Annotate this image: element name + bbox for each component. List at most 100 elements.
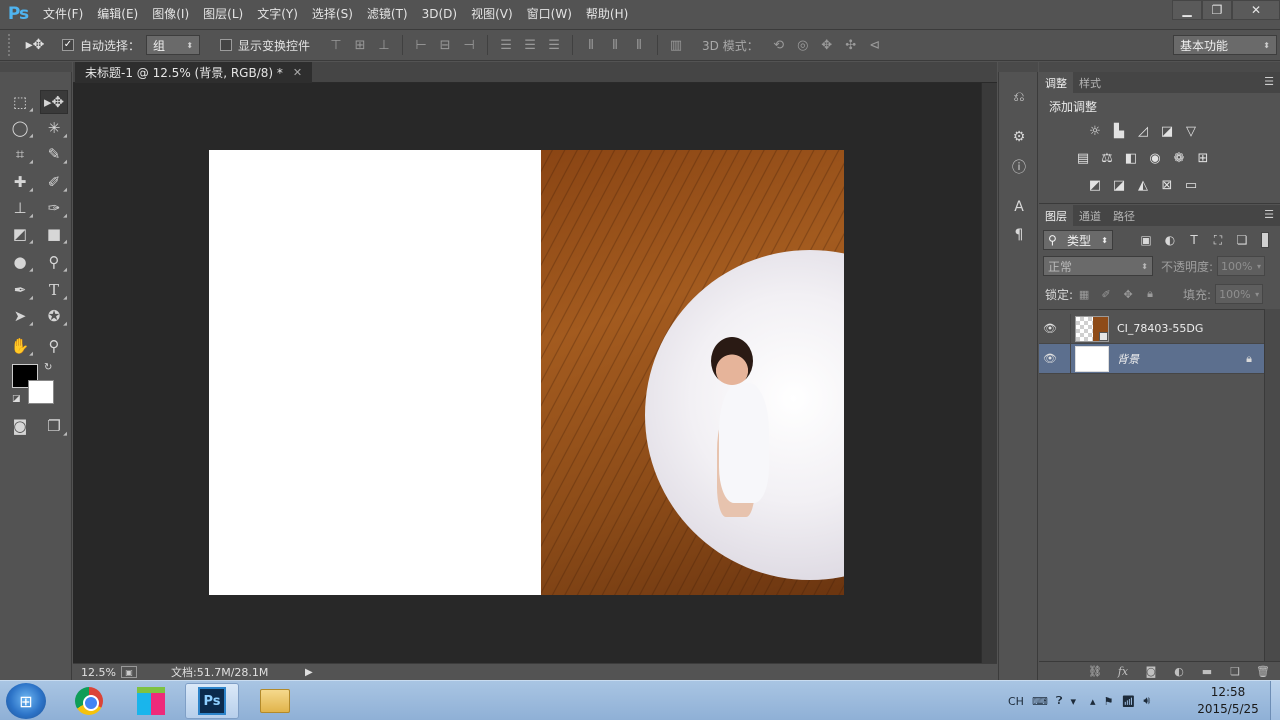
menu-select[interactable]: 选择(S) (305, 0, 360, 28)
auto-select-target-dropdown[interactable]: 组 ⬍ (146, 35, 201, 55)
distribute-left-icon[interactable]: ⫴ (579, 35, 603, 55)
eye-icon[interactable]: 👁︎ (1039, 352, 1061, 365)
taskbar-file-explorer[interactable] (248, 683, 302, 719)
auto-align-layers-icon[interactable]: ▥ (664, 35, 688, 55)
move-tool-preset-picker[interactable]: ▸✥ (16, 33, 54, 57)
eraser-tool[interactable]: ◩ ◢ (6, 222, 34, 246)
filter-pixel-icon[interactable]: ▣ (1135, 230, 1157, 250)
properties-panel-icon[interactable]: ⚙ (1007, 126, 1031, 148)
filter-toggle[interactable] (1261, 232, 1269, 248)
document-canvas[interactable] (209, 150, 844, 595)
gradient-tool[interactable]: ■ ◢ (40, 222, 68, 246)
auto-select-checkbox[interactable]: ✓ (62, 39, 74, 51)
threshold-icon[interactable]: ◭ (1133, 176, 1153, 194)
help-icon[interactable]: ❓︎ (1056, 694, 1063, 708)
lock-transparent-icon[interactable]: ▦ (1073, 284, 1095, 304)
taskbar-chrome[interactable] (62, 683, 116, 719)
menu-view[interactable]: 视图(V) (464, 0, 520, 28)
fx-icon[interactable]: fx (1114, 663, 1132, 679)
eyedropper-tool[interactable]: ✎ ◢ (40, 142, 68, 166)
3d-roll-icon[interactable]: ◎ (791, 35, 815, 55)
layer-thumbnail[interactable] (1075, 315, 1109, 342)
bride-photo-layer[interactable] (541, 150, 844, 595)
lock-position-icon[interactable]: ✥ (1117, 284, 1139, 304)
move-tool[interactable]: ▸✥ (40, 90, 68, 114)
close-button[interactable]: ✕ (1232, 0, 1280, 20)
status-menu-arrow-icon[interactable]: ▶ (305, 667, 313, 678)
show-hidden-icons-icon[interactable]: ▴ (1090, 695, 1096, 708)
right-panels-header[interactable] (1039, 62, 1280, 72)
panel-menu-icon[interactable]: ☰ (1264, 75, 1274, 88)
blend-mode-dropdown[interactable]: 正常 ⬍ (1043, 256, 1153, 276)
volume-icon[interactable]: 🔊︎ (1143, 694, 1150, 708)
brush-tool[interactable]: ✐ ◢ (40, 170, 68, 194)
rectangular-marquee-tool[interactable]: ⬚ ◢ (6, 90, 34, 114)
filter-adjustment-icon[interactable]: ◐ (1159, 230, 1181, 250)
canvas-area[interactable] (73, 83, 981, 663)
layer-thumbnail[interactable] (1075, 345, 1109, 372)
opacity-input[interactable]: 100% ▾ (1217, 256, 1266, 276)
lasso-tool[interactable]: ◯ ◢ (6, 116, 34, 140)
healing-brush-tool[interactable]: ✚ ◢ (6, 170, 34, 194)
hue-saturation-icon[interactable]: ▤ (1073, 149, 1093, 167)
magic-wand-tool[interactable]: ✳ ◢ (40, 116, 68, 140)
keyboard-icon[interactable]: ⌨ (1032, 695, 1048, 708)
close-tab-icon[interactable]: ✕ (293, 66, 302, 79)
taskbar-color-app[interactable] (124, 683, 178, 719)
hand-tool[interactable]: ✋ ◢ (6, 334, 34, 358)
fill-input[interactable]: 100% ▾ (1215, 284, 1264, 304)
color-balance-icon[interactable]: ⚖ (1097, 149, 1117, 167)
blur-tool[interactable]: ● ◢ (6, 250, 34, 274)
tab-paths[interactable]: 路径 (1107, 205, 1141, 226)
tab-layers[interactable]: 图层 (1039, 205, 1073, 226)
paragraph-panel-icon[interactable]: ¶ (1007, 224, 1031, 246)
menu-filter[interactable]: 滤镜(T) (360, 0, 415, 28)
character-panel-icon[interactable]: A (1007, 196, 1031, 218)
exposure-icon[interactable]: ◪ (1157, 122, 1177, 140)
layer-row[interactable]: 👁︎ 背景 🔒︎ (1039, 343, 1264, 374)
dodge-tool[interactable]: ⚲ ◢ (40, 250, 68, 274)
align-hcenter-icon[interactable]: ⊟ (433, 35, 457, 55)
distribute-right-icon[interactable]: ⫴ (627, 35, 651, 55)
invert-icon[interactable]: ◩ (1085, 176, 1105, 194)
zoom-tool[interactable]: ⚲ (40, 334, 68, 358)
tab-styles[interactable]: 样式 (1073, 72, 1107, 93)
3d-pan-icon[interactable]: ✥ (815, 35, 839, 55)
menu-help[interactable]: 帮助(H) (579, 0, 635, 28)
3d-scale-icon[interactable]: ⊲ (863, 35, 887, 55)
history-brush-tool[interactable]: ✑ ◢ (40, 196, 68, 220)
distribute-top-icon[interactable]: ☰ (494, 35, 518, 55)
clone-stamp-tool[interactable]: ⊥ ◢ (6, 196, 34, 220)
filter-smart-object-icon[interactable]: ❏ (1231, 230, 1253, 250)
swap-colors-icon[interactable]: ↻ (44, 362, 52, 373)
align-vcenter-icon[interactable]: ⊞ (348, 35, 372, 55)
layer-name[interactable]: CI_78403-55DG (1117, 322, 1203, 335)
eye-icon[interactable]: 👁︎ (1039, 322, 1061, 335)
quick-mask-button[interactable]: ◙ (6, 414, 34, 438)
menu-file[interactable]: 文件(F) (36, 0, 90, 28)
layers-scrollbar[interactable] (1264, 309, 1280, 661)
pen-tool[interactable]: ✒ ◢ (6, 278, 34, 302)
tab-channels[interactable]: 通道 (1073, 205, 1107, 226)
path-selection-tool[interactable]: ➤ ◢ (6, 304, 34, 328)
start-button[interactable]: ⊞ (6, 683, 46, 719)
layer-filter-dropdown[interactable]: ⚲ 类型 ⬍ (1043, 230, 1113, 250)
restore-button[interactable]: ❐ (1202, 0, 1232, 20)
channel-mixer-icon[interactable]: ❁ (1169, 149, 1189, 167)
distribute-bottom-icon[interactable]: ☰ (542, 35, 566, 55)
new-layer-icon[interactable]: ❏ (1226, 663, 1244, 679)
3d-rotate-icon[interactable]: ⟲ (767, 35, 791, 55)
lock-pixels-icon[interactable]: ✐ (1095, 284, 1117, 304)
lock-icon[interactable]: 🔒︎ (1246, 352, 1252, 366)
side-panel-header[interactable] (998, 62, 1038, 72)
black-white-icon[interactable]: ◧ (1121, 149, 1141, 167)
minimize-button[interactable]: ▁ (1172, 0, 1202, 20)
menu-image[interactable]: 图像(I) (145, 0, 196, 28)
canvas-vertical-scrollbar[interactable] (981, 83, 997, 663)
ime-options-icon[interactable]: ▾ (1070, 695, 1076, 708)
zoom-level[interactable]: 12.5% (73, 666, 121, 679)
trash-icon[interactable]: 🗑︎ (1254, 663, 1272, 679)
3d-slide-icon[interactable]: ✣ (839, 35, 863, 55)
filter-shape-icon[interactable]: ⛶ (1207, 230, 1229, 250)
add-mask-icon[interactable]: ◙ (1142, 663, 1160, 679)
